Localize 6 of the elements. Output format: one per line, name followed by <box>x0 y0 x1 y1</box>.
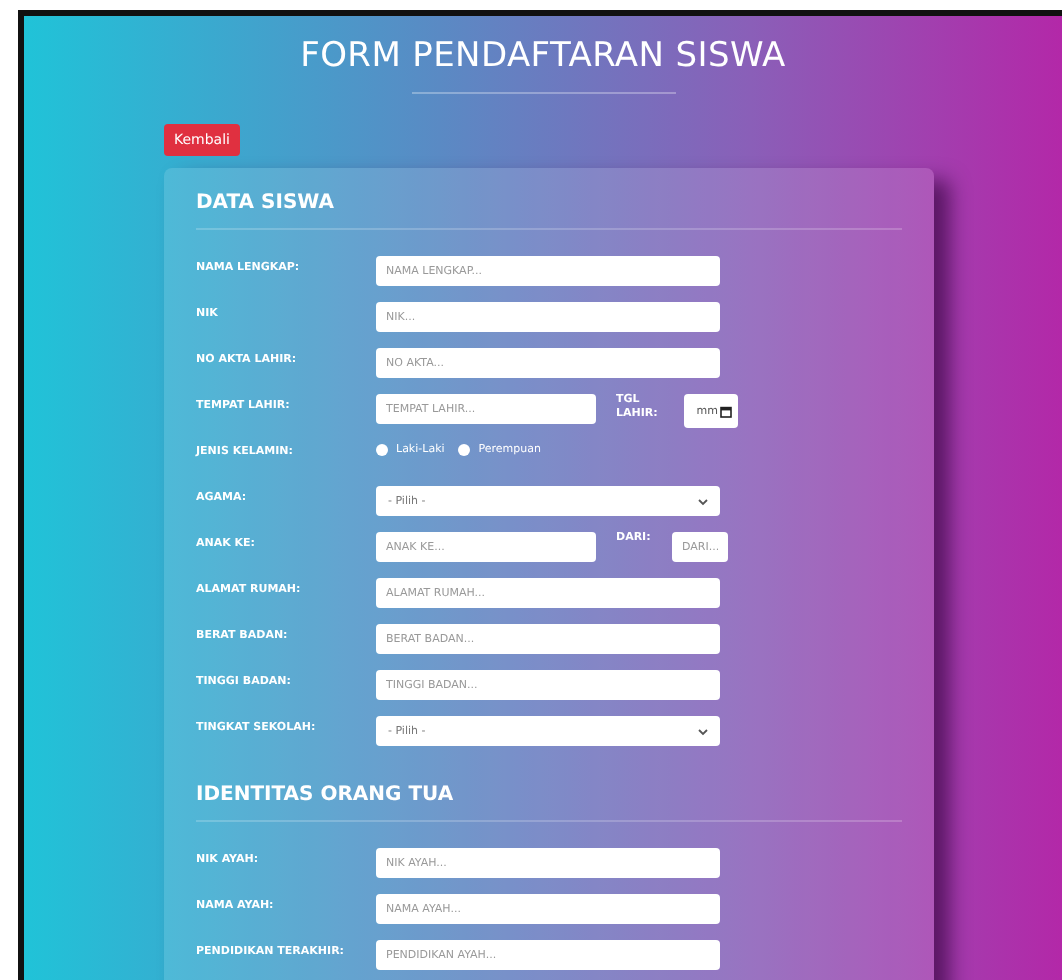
page-title: FORM PENDAFTARAN SISWA <box>300 36 786 76</box>
section-heading: IDENTITAS ORANG TUA <box>196 784 902 822</box>
chevron-down-icon <box>698 497 708 505</box>
section-heading: DATA SISWA <box>196 192 902 230</box>
chevron-down-icon <box>698 727 708 735</box>
calendar-icon <box>720 405 732 417</box>
